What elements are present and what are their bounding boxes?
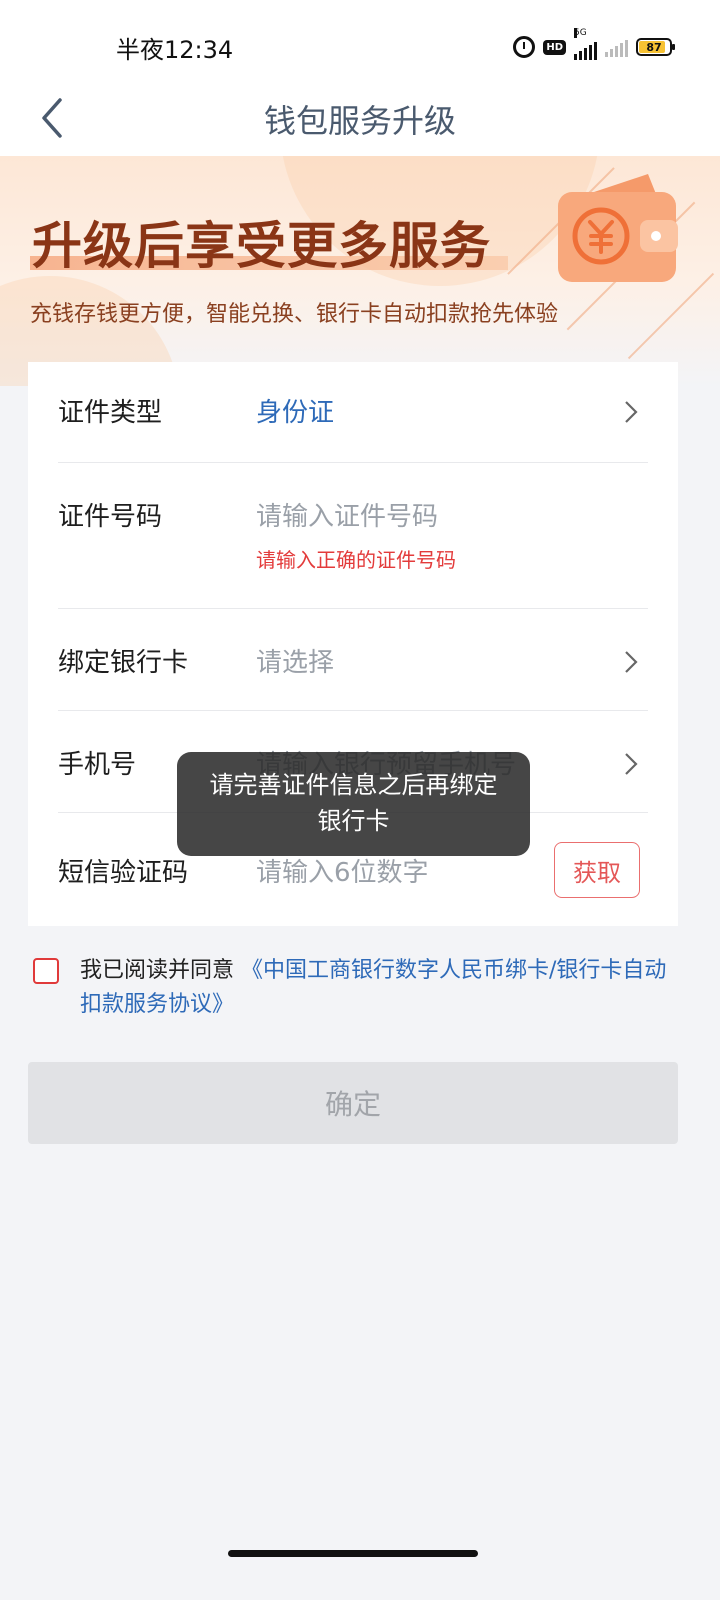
chevron-right-icon[interactable] — [624, 650, 638, 674]
chevron-right-icon[interactable] — [624, 400, 638, 424]
status-time: 半夜12:34 — [116, 36, 234, 64]
confirm-button[interactable]: 确定 — [28, 1062, 678, 1144]
divider — [58, 462, 648, 463]
agreement-text: 我已阅读并同意 《中国工商银行数字人民币绑卡/银行卡自动扣款服务协议》 — [80, 954, 680, 1022]
promo-banner: 升级后享受更多服务 充钱存钱更方便，智能兑换、银行卡自动扣款抢先体验 — [0, 156, 720, 386]
bank-card-row[interactable]: 绑定银行卡 请选择 — [58, 642, 648, 686]
home-indicator[interactable] — [228, 1550, 478, 1557]
id-type-row[interactable]: 证件类型 身份证 — [58, 392, 648, 436]
id-type-value[interactable]: 身份证 — [256, 392, 334, 429]
agreement-prefix: 我已阅读并同意 — [80, 958, 235, 983]
toast-message: 请完善证件信息之后再绑定银行卡 — [177, 752, 530, 856]
status-icons: HD 5G 87 — [513, 28, 675, 60]
banner-title: 升级后享受更多服务 — [32, 217, 491, 275]
bank-card-label: 绑定银行卡 — [58, 648, 189, 678]
get-code-button[interactable]: 获取 — [554, 842, 640, 898]
agreement-checkbox[interactable] — [33, 958, 59, 984]
id-number-label: 证件号码 — [58, 502, 163, 532]
status-bar: 半夜12:34 HD 5G 87 — [0, 0, 720, 90]
signal-5g-icon: 5G — [574, 28, 597, 60]
battery-icon: 87 — [636, 38, 675, 56]
nav-bar: 钱包服务升级 — [0, 90, 720, 156]
network-label: 5G — [574, 28, 587, 38]
page-title: 钱包服务升级 — [263, 102, 456, 140]
divider — [58, 608, 648, 609]
hd-icon: HD — [543, 39, 566, 55]
banner-subtitle: 充钱存钱更方便，智能兑换、银行卡自动扣款抢先体验 — [30, 302, 559, 327]
bank-card-select[interactable]: 请选择 — [256, 642, 334, 679]
sms-code-input[interactable]: 请输入6位数字 — [256, 852, 429, 889]
id-number-input[interactable]: 请输入证件号码 — [256, 496, 438, 533]
divider — [58, 710, 648, 711]
chevron-right-icon[interactable] — [624, 752, 638, 776]
battery-level: 87 — [646, 40, 662, 54]
id-number-error: 请输入正确的证件号码 — [256, 548, 456, 572]
wallet-icon — [558, 174, 678, 282]
id-number-row: 证件号码 请输入证件号码 请输入正确的证件号码 — [58, 496, 648, 576]
sms-label: 短信验证码 — [58, 858, 189, 888]
id-type-label: 证件类型 — [58, 398, 163, 428]
signal-weak-icon — [605, 37, 628, 57]
alarm-icon — [513, 36, 536, 58]
phone-label: 手机号 — [58, 750, 137, 780]
